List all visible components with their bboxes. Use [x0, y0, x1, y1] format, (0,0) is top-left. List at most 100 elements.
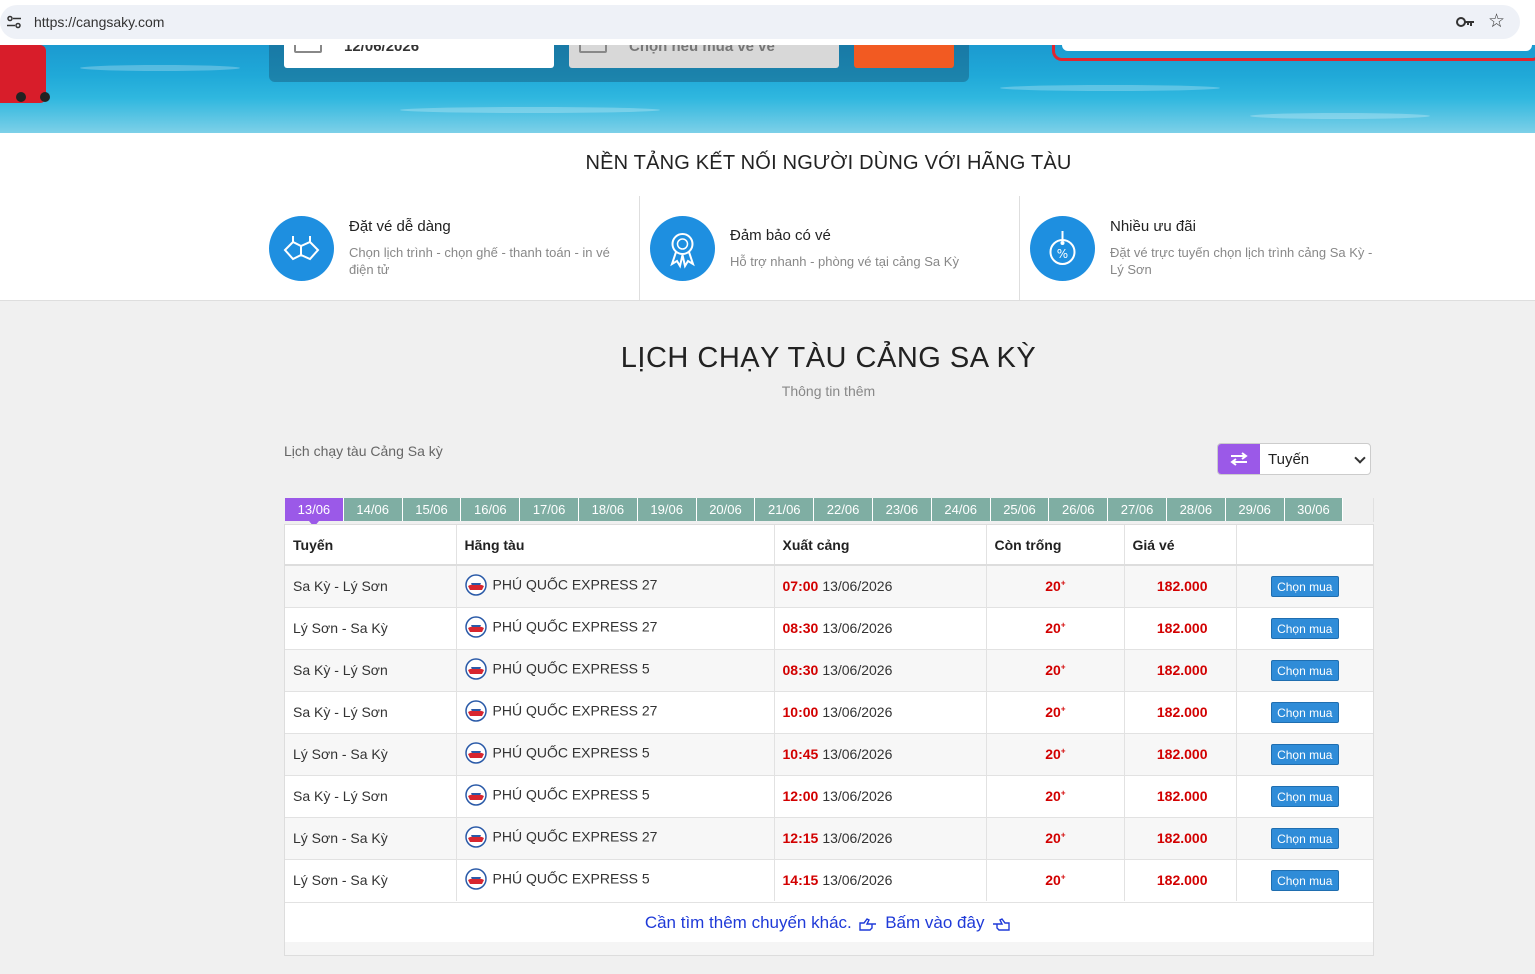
ship-cell: PHÚ QUỐC EXPRESS 27: [456, 690, 775, 733]
price-value: 182.000: [1156, 746, 1208, 762]
site-settings-icon[interactable]: [6, 15, 22, 29]
ship-cell: PHÚ QUỐC EXPRESS 27: [456, 816, 775, 859]
column-header-ship: Hãng tàu: [456, 525, 775, 566]
departure-cell: 10:45 13/06/2026: [774, 732, 987, 775]
table-header-row: Tuyến Hãng tàu Xuất cảng Còn trống Giá v…: [285, 525, 1373, 566]
date-tab[interactable]: 28/06: [1166, 498, 1226, 521]
more-trips-row: Cần tìm thêm chuyến khác. Bấm vào đây: [285, 902, 1373, 942]
seats-count: 20: [1045, 872, 1061, 889]
ship-cell: PHÚ QUỐC EXPRESS 5: [456, 732, 775, 775]
date-tab[interactable]: 16/06: [461, 498, 521, 521]
handshake-icon: [283, 236, 320, 261]
date-tab[interactable]: 17/06: [520, 498, 579, 521]
route-text: Sa Kỳ - Lý Sơn: [293, 788, 388, 804]
date-tab[interactable]: 24/06: [931, 498, 991, 521]
calendar-icon: [294, 45, 322, 53]
ship-name: PHÚ QUỐC EXPRESS 27: [492, 576, 658, 593]
route-cell: Sa Kỳ - Lý Sơn: [285, 648, 457, 691]
seats-cell: 20+: [986, 732, 1125, 775]
table-footer: [285, 942, 1373, 955]
buy-button[interactable]: Chọn mua: [1270, 575, 1339, 597]
ship-cell: PHÚ QUỐC EXPRESS 5: [456, 648, 775, 691]
swap-route-button[interactable]: [1218, 444, 1260, 474]
table-row: Lý Sơn - Sa Kỳ PHÚ QUỐC EXPRESS 5 14:15 13/…: [285, 858, 1373, 901]
buy-button[interactable]: Chọn mua: [1270, 701, 1339, 723]
seats-cell: 20+: [986, 606, 1125, 649]
price-cell: 182.000: [1124, 816, 1237, 859]
seats-cell: 20+: [986, 564, 1125, 607]
action-cell: Chọn mua: [1236, 858, 1373, 901]
seats-count: 20: [1045, 704, 1061, 720]
seats-cell: 20+: [986, 774, 1125, 817]
date-tab[interactable]: 15/06: [402, 498, 462, 521]
buy-button[interactable]: Chọn mua: [1270, 785, 1339, 807]
date-tab[interactable]: 30/06: [1284, 498, 1344, 521]
departure-date-field[interactable]: 12/06/2026: [284, 45, 554, 68]
departure-time: 12:15: [782, 830, 819, 846]
action-cell: Chọn mua: [1236, 606, 1373, 649]
date-tabs: 13/06 14/06 15/06 16/06 17/06 18/06 19/06 20/06…: [285, 498, 1344, 527]
date-tab[interactable]: 14/06: [343, 498, 403, 521]
date-tab[interactable]: 20/06: [696, 498, 756, 521]
date-tab[interactable]: 21/06: [755, 498, 815, 521]
departure-date: 13/06/2026: [822, 746, 893, 762]
url-text[interactable]: https://cangsaky.com: [34, 14, 164, 30]
more-trips-link[interactable]: Bấm vào đây: [885, 913, 984, 932]
address-bar[interactable]: https://cangsaky.com ☆: [0, 5, 1520, 39]
ship-name: PHÚ QUỐC EXPRESS 27: [492, 828, 658, 845]
luggage-wheel: [40, 92, 50, 102]
ship-cell: PHÚ QUỐC EXPRESS 5: [456, 858, 775, 901]
price-cell: 182.000: [1124, 690, 1237, 733]
buy-button[interactable]: Chọn mua: [1270, 869, 1339, 891]
password-key-icon[interactable]: [1455, 14, 1475, 30]
discount-tag-icon: %: [1049, 231, 1076, 265]
action-cell: Chọn mua: [1236, 774, 1373, 817]
price-value: 182.000: [1156, 662, 1208, 678]
date-tab[interactable]: 26/06: [1049, 498, 1109, 521]
route-cell: Sa Kỳ - Lý Sơn: [285, 774, 457, 817]
date-tab[interactable]: 18/06: [578, 498, 638, 521]
date-tab[interactable]: 13/06: [285, 498, 344, 527]
buy-button[interactable]: Chọn mua: [1270, 827, 1339, 849]
column-header-action: [1236, 525, 1373, 566]
buy-button[interactable]: Chọn mua: [1270, 659, 1339, 681]
departure-date: 13/06/2026: [822, 830, 893, 846]
seats-count: 20: [1045, 578, 1061, 595]
seats-suffix: +: [1060, 830, 1066, 840]
route-text: Sa Kỳ - Lý Sơn: [293, 578, 388, 595]
departure-date: 13/06/2026: [822, 704, 893, 720]
feature-many-deals: % Nhiều ưu đãi Đặt vé trực tuyến chọn lị…: [1030, 196, 1395, 301]
ship-name: PHÚ QUỐC EXPRESS 5: [492, 870, 650, 887]
ship-company-logo-icon: [464, 784, 487, 806]
route-cell: Sa Kỳ - Lý Sơn: [285, 564, 457, 607]
ship-cell: PHÚ QUỐC EXPRESS 27: [456, 564, 775, 607]
date-tab[interactable]: 29/06: [1225, 498, 1285, 521]
date-tab[interactable]: 25/06: [990, 498, 1050, 521]
bookmark-star-icon[interactable]: ☆: [1488, 12, 1505, 32]
departure-cell: 12:00 13/06/2026: [774, 774, 987, 817]
schedule-subtitle[interactable]: Thông tin thêm: [0, 383, 1535, 399]
date-tab[interactable]: 22/06: [814, 498, 873, 521]
date-tab[interactable]: 23/06: [872, 498, 932, 521]
more-trips-text: Cần tìm thêm chuyến khác.: [644, 913, 852, 932]
buy-button[interactable]: Chọn mua: [1270, 617, 1339, 639]
price-cell: 182.000: [1124, 774, 1237, 817]
wave-decoration: [1250, 113, 1430, 119]
route-cell: Lý Sơn - Sa Kỳ: [285, 732, 457, 775]
feature-description: Đặt vé trực tuyến chọn lịch trình cảng S…: [1110, 245, 1373, 260]
return-ticket-select[interactable]: Chọn nếu mua vé về: [569, 45, 839, 68]
seats-suffix: +: [1060, 662, 1066, 672]
feature-guaranteed-ticket: Đảm bảo có vé Hỗ trợ nhanh - phòng vé tạ…: [650, 196, 1015, 301]
seats-suffix: +: [1060, 872, 1066, 882]
schedule-table-container: Tuyến Hãng tàu Xuất cảng Còn trống Giá v…: [284, 524, 1374, 956]
buy-button[interactable]: Chọn mua: [1270, 743, 1339, 765]
departure-time: 10:00: [782, 704, 819, 720]
date-tab[interactable]: 19/06: [637, 498, 697, 521]
departure-cell: 10:00 13/06/2026: [774, 690, 987, 733]
route-filter-select[interactable]: Tuyến: [1217, 443, 1371, 475]
feature-title: Nhiều ưu đãi: [1110, 218, 1196, 235]
date-tab[interactable]: 27/06: [1108, 498, 1167, 521]
seats-count: 20: [1045, 788, 1061, 804]
search-button[interactable]: [854, 45, 954, 68]
hero-banner: 12/06/2026 Chọn nếu mua vé về: [0, 45, 1535, 133]
